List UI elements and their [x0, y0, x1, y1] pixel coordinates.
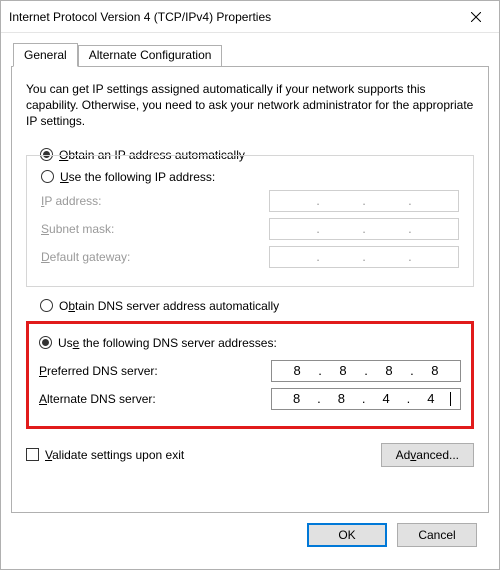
- radio-use-following-dns-row: Use the following DNS server addresses:: [39, 336, 461, 350]
- close-button[interactable]: [453, 1, 499, 32]
- tab-general[interactable]: General: [13, 43, 78, 67]
- radio-use-following-ip-label: Use the following IP address:: [60, 170, 215, 184]
- cancel-button-label: Cancel: [418, 528, 455, 542]
- input-default-gateway: . . .: [269, 246, 459, 268]
- radio-obtain-dns-auto[interactable]: [40, 299, 53, 312]
- label-ip-address: IP address:: [41, 194, 102, 208]
- label-preferred-dns: Preferred DNS server:: [39, 364, 158, 378]
- titlebar: Internet Protocol Version 4 (TCP/IPv4) P…: [1, 1, 499, 33]
- radio-obtain-dns-auto-label: Obtain DNS server address automatically: [59, 299, 279, 313]
- dialog-content: General Alternate Configuration You can …: [1, 33, 499, 569]
- radio-use-following-dns[interactable]: [39, 336, 52, 349]
- checkbox-validate-label: Validate settings upon exit: [45, 448, 184, 462]
- validate-row: Validate settings upon exit: [26, 448, 184, 462]
- row-subnet-mask: Subnet mask: . . .: [41, 218, 459, 240]
- window-title: Internet Protocol Version 4 (TCP/IPv4) P…: [9, 10, 271, 24]
- input-subnet-mask: . . .: [269, 218, 459, 240]
- label-default-gateway: Default gateway:: [41, 250, 130, 264]
- row-ip-address: IP address: . . .: [41, 190, 459, 212]
- dialog-buttons: OK Cancel: [11, 513, 489, 559]
- checkbox-validate[interactable]: [26, 448, 39, 461]
- tab-general-label: General: [24, 48, 67, 62]
- properties-dialog: Internet Protocol Version 4 (TCP/IPv4) P…: [0, 0, 500, 570]
- input-alternate-dns[interactable]: 8. 8. 4. 4: [271, 388, 461, 410]
- input-ip-address: . . .: [269, 190, 459, 212]
- text-caret: [450, 392, 451, 406]
- label-subnet-mask: Subnet mask:: [41, 222, 114, 236]
- radio-use-following-ip-row: Use the following IP address:: [41, 170, 459, 184]
- radio-use-following-ip[interactable]: [41, 170, 54, 183]
- input-preferred-dns[interactable]: 8. 8. 8. 8: [271, 360, 461, 382]
- bottom-row: Validate settings upon exit Advanced...: [26, 443, 474, 467]
- row-default-gateway: Default gateway: . . .: [41, 246, 459, 268]
- tab-strip: General Alternate Configuration: [11, 43, 489, 67]
- tab-altconfig-label: Alternate Configuration: [89, 48, 212, 62]
- row-alternate-dns: Alternate DNS server: 8. 8. 4. 4: [39, 388, 461, 410]
- advanced-button[interactable]: Advanced...: [381, 443, 474, 467]
- radio-obtain-dns-auto-row: Obtain DNS server address automatically: [40, 299, 474, 313]
- ok-button-label: OK: [338, 528, 355, 542]
- ok-button[interactable]: OK: [307, 523, 387, 547]
- group-manual-ip: Use the following IP address: IP address…: [26, 155, 474, 287]
- row-preferred-dns: Preferred DNS server: 8. 8. 8. 8: [39, 360, 461, 382]
- tab-page-general: You can get IP settings assigned automat…: [11, 66, 489, 513]
- tab-alternate-configuration[interactable]: Alternate Configuration: [78, 45, 223, 67]
- manual-ip-fields: IP address: . . . Subnet mask: . .: [41, 190, 459, 268]
- cancel-button[interactable]: Cancel: [397, 523, 477, 547]
- label-alternate-dns: Alternate DNS server:: [39, 392, 156, 406]
- description-text: You can get IP settings assigned automat…: [26, 81, 474, 130]
- close-icon: [471, 12, 481, 22]
- radio-use-following-dns-label: Use the following DNS server addresses:: [58, 336, 277, 350]
- dns-highlight-box: Use the following DNS server addresses: …: [26, 321, 474, 429]
